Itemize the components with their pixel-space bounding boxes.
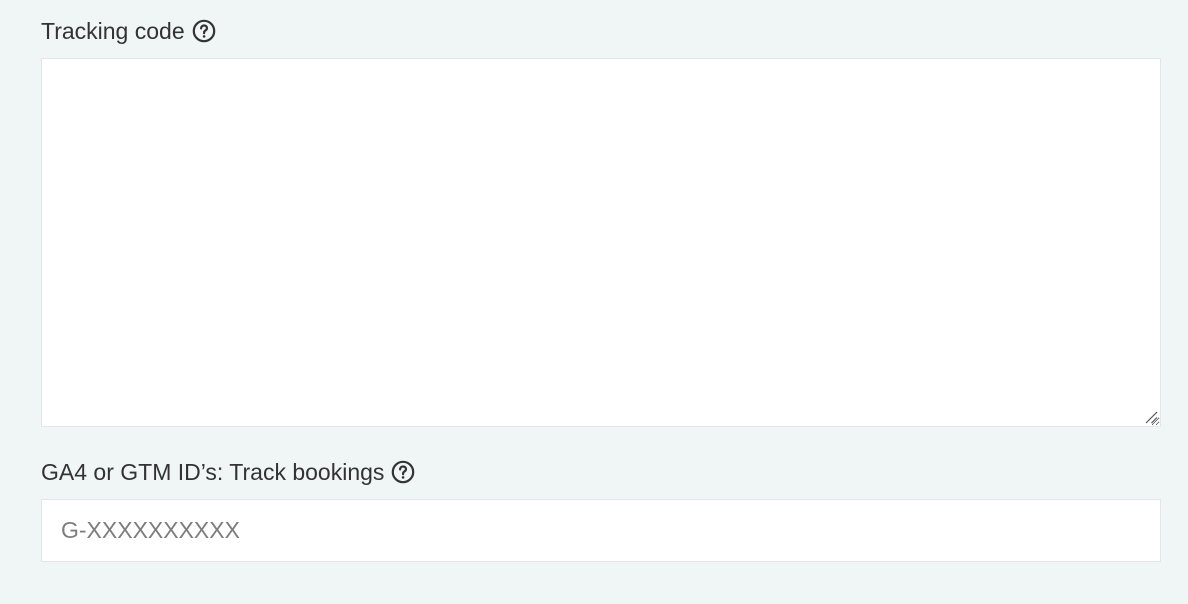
tracking-code-label-row: Tracking code xyxy=(41,19,216,43)
question-circle-icon xyxy=(392,460,415,484)
ga4-gtm-id-input[interactable] xyxy=(41,499,1161,562)
tracking-settings-page: { "tracking_code": { "label": "Tracking … xyxy=(0,0,1188,604)
ga4-gtm-help-icon[interactable] xyxy=(391,460,415,484)
tracking-code-field-wrap xyxy=(41,58,1161,427)
tracking-code-textarea[interactable] xyxy=(41,58,1161,427)
ga4-gtm-label: GA4 or GTM ID’s: Track bookings xyxy=(41,459,385,485)
resize-grip-icon[interactable] xyxy=(1143,409,1159,425)
question-circle-icon xyxy=(192,19,215,43)
tracking-code-label: Tracking code xyxy=(41,18,185,44)
ga4-gtm-label-row: GA4 or GTM ID’s: Track bookings xyxy=(41,460,415,484)
tracking-code-help-icon[interactable] xyxy=(192,19,216,43)
